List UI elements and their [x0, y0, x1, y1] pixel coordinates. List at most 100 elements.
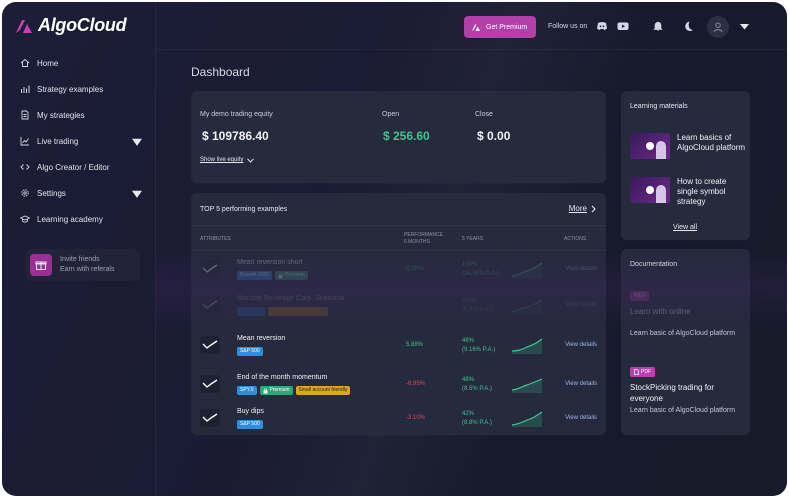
- discord-icon[interactable]: [596, 20, 608, 32]
- sidebar-item-label: Algo Creator / Editor: [37, 162, 110, 172]
- strategy-tags: S&P 500: [237, 347, 263, 356]
- view-details-link[interactable]: View details: [565, 342, 597, 348]
- gift-icon: [30, 254, 52, 276]
- performance-5y-total: 42%: [462, 411, 475, 417]
- view-details-link[interactable]: View details: [565, 266, 597, 272]
- performance-5y: 42% (8.8% P.A.): [462, 410, 492, 428]
- table-row[interactable]: Mean reversion S&P 500 5.88% 46% (9.16% P.A.…: [191, 328, 606, 362]
- learning-item[interactable]: How to create single symbol strategy: [630, 177, 749, 207]
- chevron-right-icon: [591, 205, 596, 212]
- app-window: AlgoCloud Home Strategy examples My stra…: [2, 2, 787, 496]
- col-performance-line2: 6 MONTHS: [404, 239, 430, 245]
- open-label: Open: [382, 111, 400, 118]
- tag-label: S&P 500: [240, 348, 260, 354]
- learning-materials-card: Learning materials Learn basics of AlgoC…: [621, 91, 750, 240]
- tag-label: Premium: [269, 387, 290, 393]
- get-premium-label: Get Premium: [486, 23, 528, 31]
- sidebar-item-strategy-examples[interactable]: Strategy examples: [2, 76, 156, 102]
- view-all-link[interactable]: View all: [673, 224, 697, 231]
- table-row[interactable]: Monster Beverage Corp. Seasonal 4R% (8.8% …: [191, 288, 606, 322]
- view-details-link[interactable]: View details: [565, 381, 597, 387]
- performance-6m: 5.88%: [406, 342, 424, 348]
- strategy-chart-icon: [200, 260, 220, 278]
- moon-icon[interactable]: [682, 20, 694, 32]
- doc-badge: WEB: [630, 291, 650, 301]
- logo[interactable]: AlgoCloud: [14, 15, 127, 36]
- strategy-tags: S&P 500: [237, 420, 263, 429]
- invite-friends-card[interactable]: Invite friends Earn with referals: [26, 249, 140, 281]
- col-performance-line1: PERFORMANCE: [404, 232, 443, 238]
- tag-badge: Premium: [274, 271, 308, 280]
- file-icon: [634, 369, 639, 375]
- video-thumbnail: [630, 133, 670, 159]
- sparkline-chart: [511, 338, 543, 354]
- close-label: Close: [475, 111, 493, 118]
- tag-badge: SPY.0: [237, 386, 257, 395]
- col-five-years: 5 YEARS: [462, 236, 484, 242]
- doc-badge: PDF: [630, 367, 655, 377]
- gear-icon: [21, 189, 29, 197]
- page-title: Dashboard: [191, 65, 250, 79]
- strategy-name[interactable]: Buy dips: [237, 408, 264, 415]
- graduation-cap-icon: [20, 215, 30, 223]
- sidebar-item-home[interactable]: Home: [2, 50, 156, 76]
- presenter-image: [656, 185, 666, 203]
- table-row[interactable]: Buy dips S&P 500 -3.10% 42% (8.8% P.A.) View …: [191, 401, 606, 435]
- sidebar-item-live-trading[interactable]: Live trading: [2, 128, 156, 154]
- performance-5y: 4R% (8.8% P.A.): [462, 297, 492, 315]
- sidebar-item-label: Learning academy: [37, 214, 103, 224]
- sidebar-item-learning-academy[interactable]: Learning academy: [2, 206, 156, 232]
- documentation-title: Documentation: [630, 261, 678, 268]
- play-icon: [646, 186, 654, 194]
- chevron-down-icon[interactable]: [740, 24, 749, 30]
- table-header: ATTRIBUTES PERFORMANCE 6 MONTHS 5 YEARS …: [191, 225, 606, 251]
- view-details-link[interactable]: View details: [565, 415, 597, 421]
- lock-icon: [263, 388, 268, 393]
- avatar[interactable]: [707, 16, 729, 38]
- chevron-down-icon[interactable]: [132, 190, 142, 200]
- tag-badge: Small account friendly: [295, 386, 351, 395]
- view-details-link[interactable]: View details: [565, 302, 597, 308]
- performance-5y-total: 46%: [462, 338, 475, 344]
- sidebar-item-settings[interactable]: Settings: [2, 180, 156, 206]
- chevron-down-icon[interactable]: [132, 138, 142, 148]
- strategy-chart-icon: [200, 375, 220, 393]
- learning-item[interactable]: Learn basics of AlgoCloud platform: [630, 133, 749, 159]
- youtube-icon[interactable]: [617, 20, 629, 32]
- performance-5y-total: 100%: [462, 262, 478, 268]
- table-row[interactable]: Mean reversion short Russell 2000 Premium 5…: [191, 252, 606, 286]
- sidebar-item-algo-creator[interactable]: Algo Creator / Editor: [2, 154, 156, 180]
- strategy-name[interactable]: Monster Beverage Corp. Seasonal: [237, 295, 344, 302]
- tag-badge: [237, 307, 265, 316]
- strategy-name[interactable]: End of the month momentum: [237, 374, 327, 381]
- tag-badge: Premium: [259, 386, 293, 395]
- performance-5y-annual: (8.8% P.A.): [462, 420, 492, 426]
- sidebar-item-my-strategies[interactable]: My strategies: [2, 102, 156, 128]
- get-premium-button[interactable]: Get Premium: [464, 16, 536, 38]
- show-live-equity-link[interactable]: Show live equity: [200, 157, 255, 163]
- bar-chart-icon: [21, 85, 30, 93]
- doc-badge-label: PDF: [641, 369, 651, 375]
- user-icon: [713, 22, 723, 33]
- performance-5y-annual: (25.08% P.A.): [462, 271, 499, 277]
- learning-item-title: How to create single symbol strategy: [677, 177, 727, 206]
- strategy-tags: SPY.0 Premium Small account friendly: [237, 386, 351, 395]
- doc-title[interactable]: StockPicking trading for everyone: [630, 382, 740, 404]
- bell-icon[interactable]: [652, 20, 664, 32]
- documentation-card: Documentation WEB Learn with online Lear…: [621, 249, 750, 435]
- performance-5y-annual: (8.8% P.A.): [462, 307, 492, 313]
- sidebar-item-label: My strategies: [37, 110, 85, 120]
- strategy-name[interactable]: Mean reversion short: [237, 259, 303, 266]
- sidebar-item-label: Strategy examples: [37, 84, 104, 94]
- more-link[interactable]: More: [569, 204, 596, 213]
- table-row[interactable]: End of the month momentum SPY.0 Premium Sma…: [191, 367, 606, 401]
- logo-text: AlgoCloud: [38, 15, 127, 35]
- performance-6m: -6.95%: [406, 381, 426, 387]
- performance-5y-annual: (8.5% P.A.): [462, 386, 492, 392]
- strategy-name[interactable]: Mean reversion: [237, 335, 285, 342]
- performance-5y-annual: (9.16% P.A.): [462, 347, 496, 353]
- algocloud-logo-icon: [16, 19, 32, 33]
- performance-5y-total: 4R%: [462, 298, 476, 304]
- learning-item-title: Learn basics of AlgoCloud platform: [677, 133, 746, 152]
- col-attributes: ATTRIBUTES: [200, 236, 231, 242]
